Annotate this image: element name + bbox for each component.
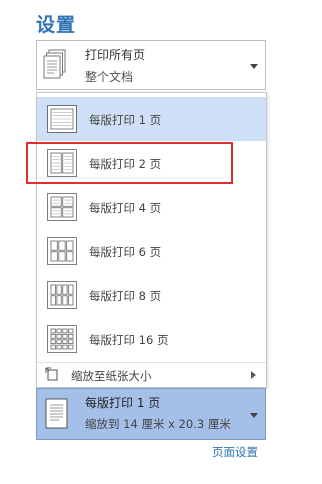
menu-item-label: 每版打印 4 页 (89, 201, 162, 215)
page-thumbnail (68, 333, 74, 339)
page-thumbnail (56, 328, 62, 334)
pages-per-sheet-sublabel: 缩放到 14 厘米 x 20.3 厘米 (85, 417, 231, 431)
page-thumbnail (50, 196, 62, 207)
page-thumbnail (68, 328, 74, 334)
eight-page-layout-icon (47, 281, 77, 309)
menu-item-16-pages[interactable]: 每版打印 16 页 (37, 317, 266, 361)
page-thumbnail (56, 344, 62, 350)
print-scope-dropdown[interactable]: 打印所有页 整个文档 (36, 40, 266, 90)
one-page-layout-icon (47, 105, 77, 133)
pages-per-sheet-menu: 每版打印 1 页 每版打印 2 页 每版打印 4 页 每版打印 6 页 每版打印… (36, 92, 267, 388)
chevron-down-icon (250, 64, 258, 69)
print-scope-sublabel: 整个文档 (85, 70, 134, 84)
two-page-layout-icon (47, 149, 77, 177)
menu-item-1-page[interactable]: 每版打印 1 页 (37, 97, 266, 141)
chevron-right-icon (251, 371, 256, 379)
pages-per-sheet-dropdown[interactable]: 每版打印 1 页 缩放到 14 厘米 x 20.3 厘米 (36, 388, 266, 440)
page-thumbnail (62, 207, 74, 218)
sixteen-page-layout-icon (47, 325, 77, 353)
page-setup-link[interactable]: 页面设置 (212, 444, 258, 460)
page-thumbnail (58, 251, 66, 262)
page-thumbnail (62, 328, 68, 334)
page-thumbnail (50, 344, 56, 350)
menu-item-label: 每版打印 6 页 (89, 245, 162, 259)
four-page-layout-icon (47, 193, 77, 221)
menu-item-label: 每版打印 8 页 (89, 289, 162, 303)
scale-page-icon (45, 367, 58, 381)
page-thumbnail (62, 284, 68, 295)
document-stack-icon (43, 49, 66, 79)
page-thumbnail (56, 295, 62, 306)
page-thumbnail (56, 333, 62, 339)
page-thumbnail (66, 240, 74, 251)
menu-item-label: 每版打印 1 页 (89, 113, 162, 127)
page-thumbnail (50, 295, 56, 306)
pages-per-sheet-label: 每版打印 1 页 (85, 396, 161, 410)
page-thumbnail (62, 196, 74, 207)
page-thumbnail (58, 240, 66, 251)
page-thumbnail (50, 328, 56, 334)
page-thumbnail (50, 333, 56, 339)
page-thumbnail (50, 240, 58, 251)
page-thumbnail (50, 207, 62, 218)
chevron-down-icon (250, 413, 258, 418)
page-thumbnail (56, 339, 62, 345)
menu-item-2-pages[interactable]: 每版打印 2 页 (37, 141, 266, 185)
page-thumbnail (56, 284, 62, 295)
page-thumbnail (62, 339, 68, 345)
menu-item-label: 每版打印 16 页 (89, 333, 169, 347)
scale-to-paper-size-item[interactable]: 缩放至纸张大小 (37, 363, 266, 387)
page-thumbnail (50, 339, 56, 345)
scale-to-paper-size-label: 缩放至纸张大小 (71, 369, 152, 383)
page-thumbnail (66, 251, 74, 262)
print-scope-label: 打印所有页 (85, 48, 146, 62)
page-thumbnail (62, 344, 68, 350)
single-page-icon (45, 398, 68, 429)
page-thumbnail (68, 344, 74, 350)
page-thumbnail (62, 333, 68, 339)
menu-item-6-pages[interactable]: 每版打印 6 页 (37, 229, 266, 273)
page-thumbnail (68, 284, 74, 295)
page-thumbnail (68, 339, 74, 345)
page-thumbnail (50, 251, 58, 262)
menu-item-4-pages[interactable]: 每版打印 4 页 (37, 185, 266, 229)
menu-item-label: 每版打印 2 页 (89, 157, 162, 171)
settings-title: 设置 (36, 14, 77, 36)
page-thumbnail (68, 295, 74, 306)
page-thumbnail (62, 295, 68, 306)
six-page-layout-icon (47, 237, 77, 265)
page-thumbnail (50, 284, 56, 295)
menu-item-8-pages[interactable]: 每版打印 8 页 (37, 273, 266, 317)
